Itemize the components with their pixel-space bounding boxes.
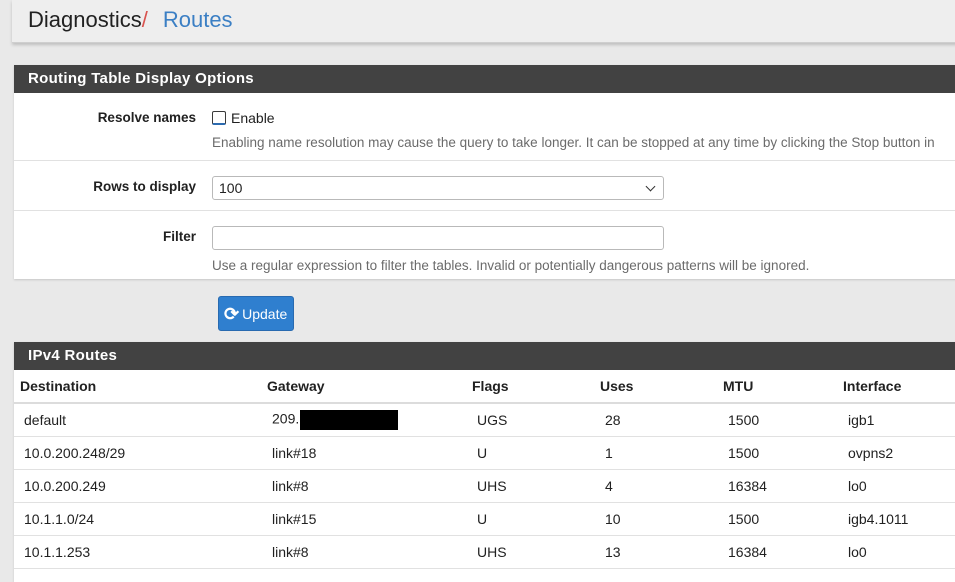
col-mtu[interactable]: MTU bbox=[718, 370, 838, 404]
table-header-row: Destination Gateway Flags Uses MTU Inter… bbox=[14, 370, 955, 404]
cell-destination: default bbox=[14, 403, 262, 437]
cell-mtu: 1500 bbox=[718, 403, 838, 437]
refresh-icon: ⟳ bbox=[224, 303, 240, 324]
cell-uses: 13 bbox=[595, 535, 718, 569]
ipv4-routes-panel: IPv4 Routes Destination Gateway Flags Us… bbox=[14, 342, 955, 582]
cell-interface: lo0 bbox=[838, 535, 955, 569]
chevron-down-icon bbox=[645, 181, 656, 192]
routing-options-panel: Routing Table Display Options Resolve na… bbox=[14, 65, 955, 279]
filter-label: Filter bbox=[162, 229, 196, 244]
cell-uses: 1 bbox=[595, 436, 718, 470]
filter-row: Filter Use a regular expression to filte… bbox=[14, 211, 955, 279]
col-uses[interactable]: Uses bbox=[595, 370, 718, 404]
col-flags[interactable]: Flags bbox=[467, 370, 595, 404]
breadcrumb-routes[interactable]: Routes bbox=[163, 7, 233, 32]
cell-interface: igb4.1011 bbox=[838, 502, 955, 536]
cell-gateway: link#8 bbox=[262, 469, 467, 503]
cell-mtu: 1500 bbox=[718, 436, 838, 470]
cell-destination: 10.0.200.249 bbox=[14, 469, 262, 503]
cell-interface: igb1 bbox=[838, 403, 955, 437]
gateway-text: 209. bbox=[272, 410, 300, 427]
table-row: 10.0.200.248/29 link#18 U 1 1500 ovpns2 bbox=[14, 436, 955, 470]
cell-destination: 10.1.1.0/24 bbox=[14, 502, 262, 536]
ipv4-routes-title: IPv4 Routes bbox=[14, 342, 955, 370]
update-button-label: Update bbox=[242, 305, 288, 322]
rows-to-display-value: 100 bbox=[219, 180, 243, 196]
cell-interface: lo0 bbox=[838, 469, 955, 503]
rows-to-display-select[interactable]: 100 bbox=[212, 176, 664, 200]
filter-input[interactable] bbox=[212, 226, 664, 250]
rows-to-display-row: Rows to display 100 bbox=[14, 161, 955, 211]
breadcrumb-separator: / bbox=[141, 7, 148, 32]
cell-uses: 10 bbox=[595, 502, 718, 536]
col-gateway[interactable]: Gateway bbox=[262, 370, 467, 404]
col-interface[interactable]: Interface bbox=[838, 370, 955, 404]
cell-uses: 28 bbox=[595, 403, 718, 437]
cell-uses: 4 bbox=[595, 469, 718, 503]
resolve-names-checkbox[interactable] bbox=[212, 111, 226, 126]
panel-title: Routing Table Display Options bbox=[14, 65, 955, 93]
cell-destination: 10.0.200.248/29 bbox=[14, 436, 262, 470]
breadcrumb-diagnostics[interactable]: Diagnostics bbox=[28, 7, 142, 32]
cell-flags: UGS bbox=[467, 403, 595, 437]
resolve-names-help: Enabling name resolution may cause the q… bbox=[212, 135, 935, 150]
routes-table: Destination Gateway Flags Uses MTU Inter… bbox=[14, 370, 955, 569]
table-row: 10.0.200.249 link#8 UHS 4 16384 lo0 bbox=[14, 469, 955, 503]
cell-flags: UHS bbox=[467, 469, 595, 503]
table-row: 10.1.1.0/24 link#15 U 10 1500 igb4.1011 bbox=[14, 502, 955, 536]
breadcrumb: Diagnostics/ Routes bbox=[28, 7, 233, 33]
page-header: Diagnostics/ Routes bbox=[12, 0, 955, 43]
resolve-names-row: Resolve names Enable Enabling name resol… bbox=[14, 93, 955, 161]
filter-help: Use a regular expression to filter the t… bbox=[212, 258, 810, 273]
rows-to-display-label: Rows to display bbox=[93, 179, 196, 194]
cell-interface: ovpns2 bbox=[838, 436, 955, 470]
cell-flags: U bbox=[467, 502, 595, 536]
cell-mtu: 1500 bbox=[718, 502, 838, 536]
table-row: 10.1.1.253 link#8 UHS 13 16384 lo0 bbox=[14, 535, 955, 569]
redaction-bar bbox=[300, 410, 399, 430]
cell-mtu: 16384 bbox=[718, 469, 838, 503]
resolve-names-field: Enable bbox=[212, 109, 275, 126]
resolve-names-checkbox-label[interactable]: Enable bbox=[231, 110, 275, 126]
update-button[interactable]: ⟳ Update bbox=[218, 296, 294, 331]
cell-gateway: link#18 bbox=[262, 436, 467, 470]
cell-destination: 10.1.1.253 bbox=[14, 535, 262, 569]
cell-mtu: 16384 bbox=[718, 535, 838, 569]
col-destination[interactable]: Destination bbox=[14, 370, 262, 404]
cell-flags: UHS bbox=[467, 535, 595, 569]
resolve-names-label: Resolve names bbox=[97, 110, 196, 125]
cell-gateway: link#15 bbox=[262, 502, 467, 536]
cell-gateway: 209. bbox=[262, 403, 467, 437]
cell-gateway: link#8 bbox=[262, 535, 467, 569]
table-row: default 209. UGS 28 1500 igb1 bbox=[14, 403, 955, 437]
cell-flags: U bbox=[467, 436, 595, 470]
